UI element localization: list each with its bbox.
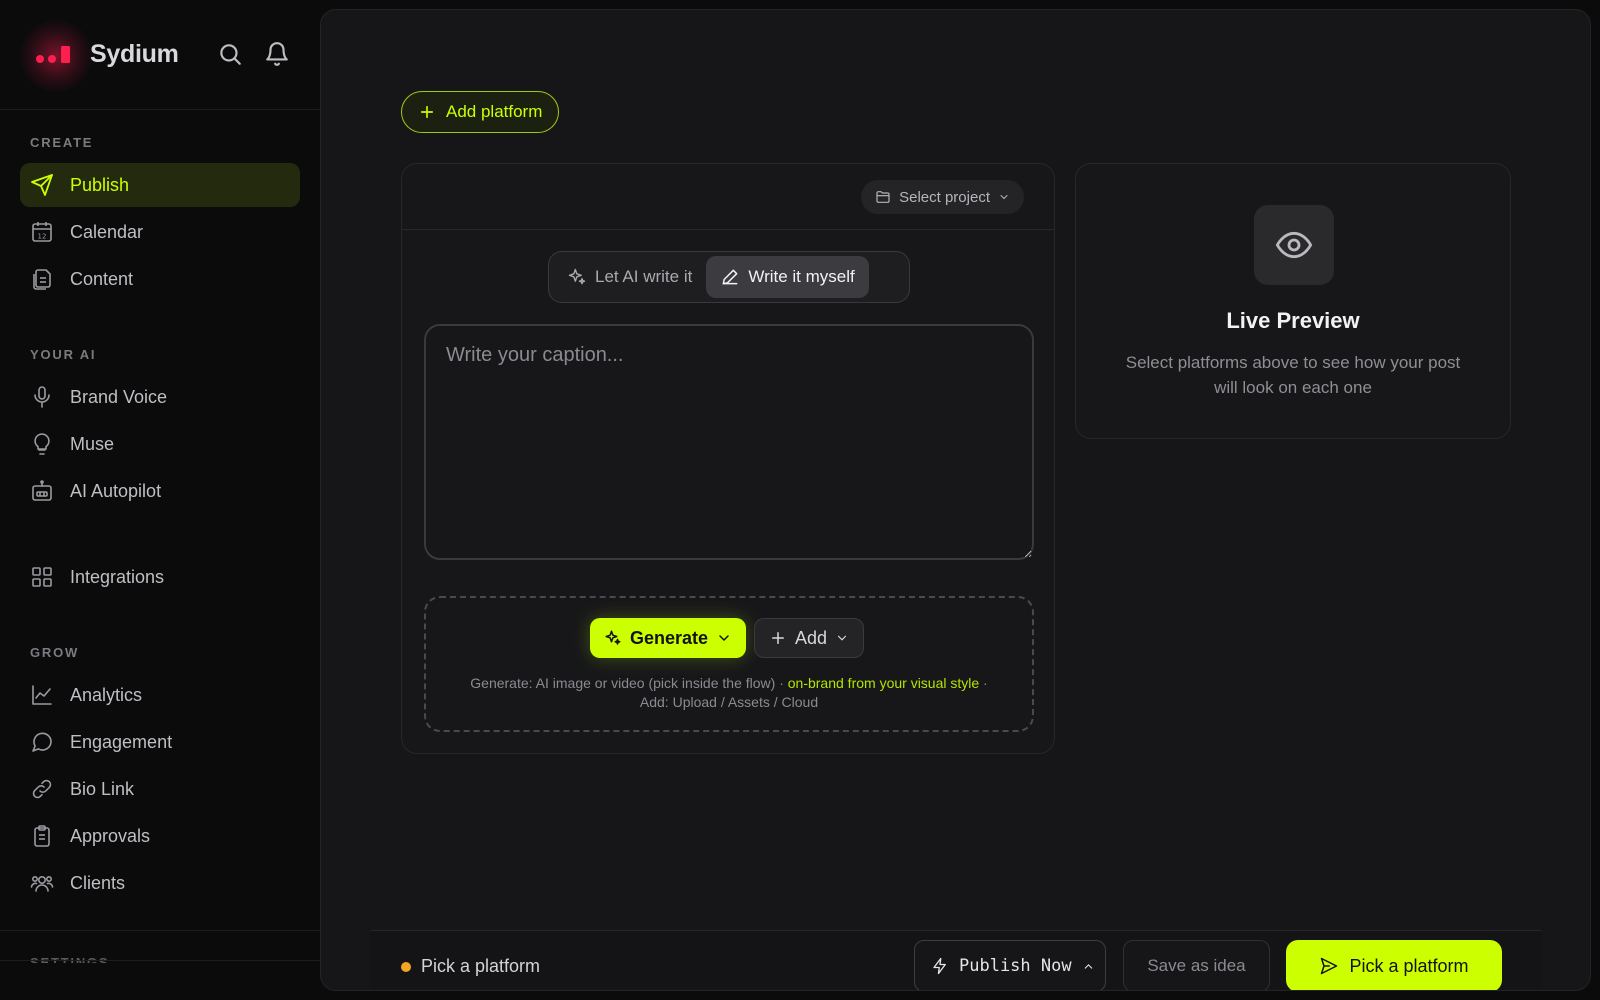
add-media-label: Add	[795, 627, 828, 648]
chevron-down-icon	[719, 635, 729, 642]
pick-platform-button[interactable]: Pick a platform	[1286, 940, 1502, 990]
files-icon	[33, 269, 51, 290]
media-help-highlight: on-brand from your visual style	[787, 675, 980, 691]
sidebar-item-label: Engagement	[70, 731, 173, 752]
link-icon	[32, 779, 52, 799]
sidebar-item-ai-autopilot[interactable]: AI Autopilot	[20, 469, 300, 513]
svg-text:12: 12	[38, 233, 47, 241]
eye-icon	[1275, 231, 1313, 259]
sidebar-item-label: Brand Voice	[70, 386, 168, 407]
media-dropzone[interactable]: Generate Add Generate: AI image or video…	[424, 596, 1034, 732]
folder-icon	[876, 191, 890, 203]
sidebar-item-approvals[interactable]: Approvals	[20, 814, 300, 858]
lightbulb-icon	[34, 433, 50, 455]
publish-now-button[interactable]: Publish Now	[914, 940, 1106, 990]
pencil-icon	[722, 269, 738, 285]
send-icon	[1321, 957, 1338, 975]
brand-header: Sydium	[0, 0, 320, 110]
sidebar-item-brand-voice[interactable]: Brand Voice	[20, 375, 300, 419]
plus-icon	[772, 632, 784, 644]
add-platform-label: Add platform	[446, 102, 543, 121]
section-label-settings: SETTINGS	[30, 955, 110, 963]
chevron-up-icon	[1084, 963, 1092, 969]
search-icon[interactable]	[217, 41, 243, 67]
microphone-icon	[34, 386, 50, 408]
sidebar-item-label: Analytics	[70, 684, 143, 705]
sidebar-item-label: Publish	[70, 174, 130, 195]
editor-card: Select project Let AI write it Write it …	[401, 163, 1055, 754]
sparkles-icon	[568, 268, 586, 285]
media-help-text: Generate: AI image or video (pick inside…	[426, 674, 1032, 712]
sparkles-icon	[605, 630, 621, 645]
sidebar-item-bio-link[interactable]: Bio Link	[20, 767, 300, 811]
sidebar: Sydium CREATE Publish 12 Calendar Conten…	[0, 0, 320, 1000]
sidebar-item-integrations[interactable]: Integrations	[20, 555, 300, 599]
sidebar-item-calendar[interactable]: 12 Calendar	[20, 210, 300, 254]
section-label-your-ai: YOUR AI	[30, 347, 97, 362]
mode-ai-label: Let AI write it	[595, 267, 693, 286]
mode-self-write-button[interactable]: Write it myself	[706, 256, 869, 298]
write-mode-toggle: Let AI write it Write it myself	[548, 251, 910, 303]
sidebar-item-label: Approvals	[70, 825, 151, 846]
users-icon	[30, 876, 54, 892]
sidebar-item-analytics[interactable]: Analytics	[20, 673, 300, 717]
brand-logo-icon[interactable]	[36, 44, 76, 66]
section-label-grow: GROW	[30, 645, 80, 660]
calendar-icon: 12	[32, 222, 52, 242]
editor-toolbar: Select project	[402, 164, 1054, 230]
sidebar-item-label: Bio Link	[70, 778, 135, 799]
sidebar-divider	[0, 930, 320, 931]
media-help-part1: Generate: AI image or video (pick inside…	[470, 675, 788, 691]
media-help-line2: Add: Upload / Assets / Cloud	[639, 694, 819, 710]
sidebar-item-label: Calendar	[70, 221, 144, 242]
section-label-create: CREATE	[30, 135, 94, 150]
grid-icon	[32, 567, 52, 587]
sidebar-item-engagement[interactable]: Engagement	[20, 720, 300, 764]
plus-icon	[420, 105, 434, 119]
sidebar-item-content[interactable]: Content	[20, 257, 300, 301]
select-project-dropdown[interactable]: Select project	[861, 180, 1024, 214]
publish-bottom-bar: Pick a platform Publish Now Save as idea…	[371, 930, 1541, 990]
mode-ai-write-button[interactable]: Let AI write it	[553, 256, 706, 298]
add-platform-button[interactable]: Add platform	[401, 91, 560, 133]
lightning-icon	[933, 957, 946, 975]
main-panel: Add platform Select project Let AI write…	[320, 9, 1591, 991]
chevron-down-icon	[837, 635, 847, 641]
robot-icon	[32, 480, 52, 501]
preview-title: Live Preview	[1226, 308, 1360, 333]
send-icon	[31, 174, 53, 196]
sidebar-item-label: Integrations	[70, 566, 165, 587]
caption-input[interactable]	[424, 324, 1034, 560]
sidebar-item-publish[interactable]: Publish	[20, 163, 300, 207]
live-preview-card: Live Preview Select platforms above to s…	[1075, 163, 1511, 439]
chevron-down-icon	[1000, 195, 1008, 200]
status-dot	[401, 962, 411, 972]
media-help-sep: ·	[979, 675, 988, 691]
save-as-idea-button[interactable]: Save as idea	[1123, 940, 1270, 990]
sidebar-item-label: Content	[70, 268, 134, 289]
chat-bubble-icon	[32, 732, 52, 752]
bell-icon[interactable]	[264, 41, 290, 67]
sidebar-divider	[0, 960, 320, 961]
clipboard-icon	[34, 825, 50, 847]
chart-line-icon	[32, 685, 52, 705]
publish-now-label: Publish Now	[959, 956, 1072, 976]
brand-name[interactable]: Sydium	[90, 40, 179, 69]
eye-icon-box	[1254, 205, 1334, 285]
sidebar-item-label: Clients	[70, 872, 126, 893]
status-text: Pick a platform	[421, 956, 541, 976]
sidebar-item-clients[interactable]: Clients	[20, 861, 300, 905]
select-project-label: Select project	[899, 188, 990, 206]
sidebar-item-label: Muse	[70, 433, 115, 454]
generate-button[interactable]: Generate	[590, 618, 747, 658]
sidebar-item-muse[interactable]: Muse	[20, 422, 300, 466]
mode-self-label: Write it myself	[748, 267, 855, 286]
generate-label: Generate	[630, 627, 709, 648]
pick-platform-label: Pick a platform	[1349, 955, 1469, 976]
preview-description: Select platforms above to see how your p…	[1125, 353, 1461, 397]
add-media-button[interactable]: Add	[754, 618, 865, 658]
sidebar-item-label: AI Autopilot	[70, 480, 162, 501]
